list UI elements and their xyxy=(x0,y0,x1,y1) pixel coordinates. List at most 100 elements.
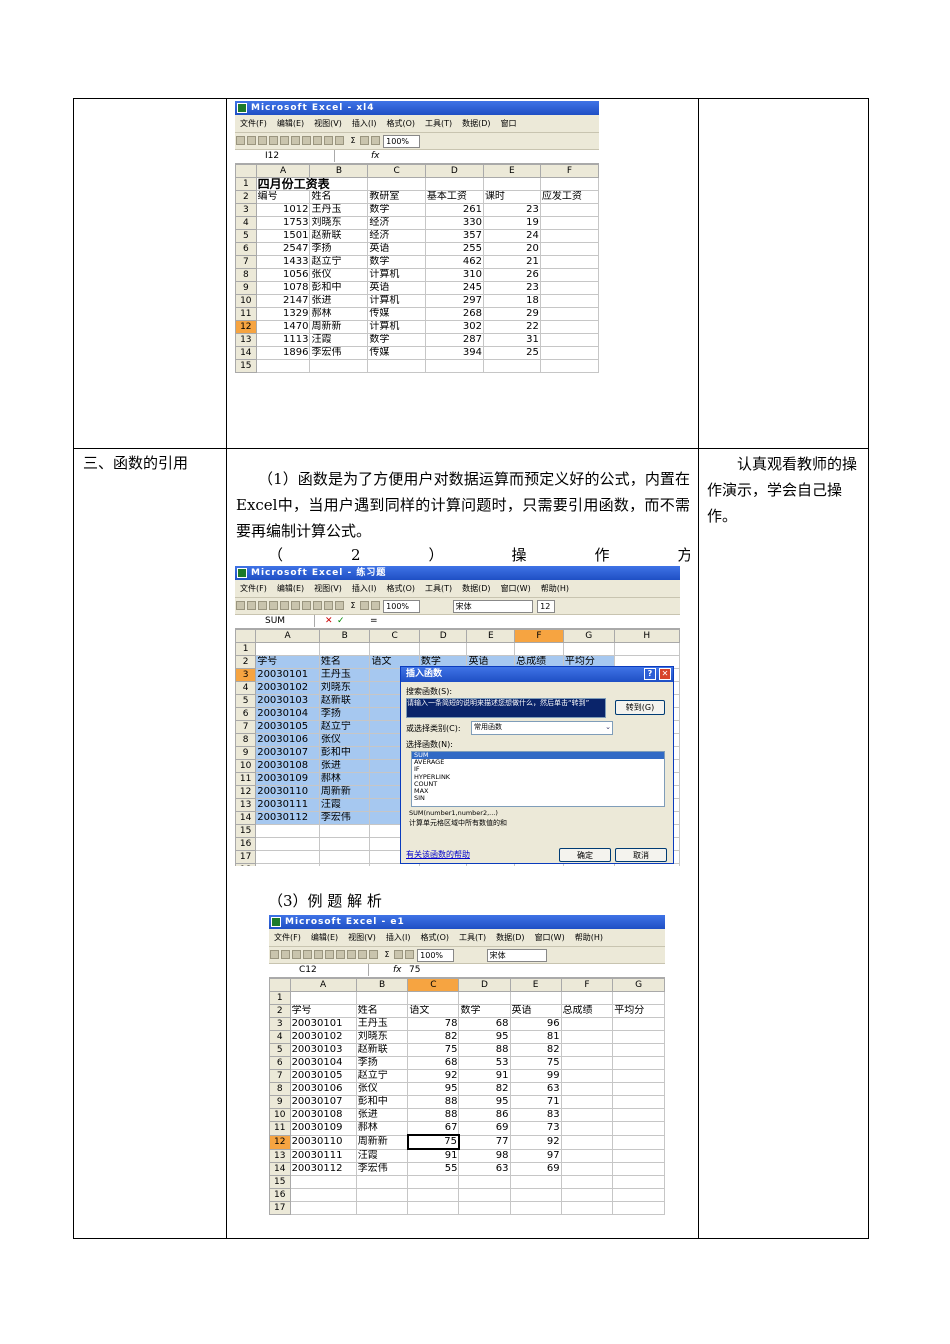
column-header[interactable]: B xyxy=(355,978,409,992)
data-cell[interactable]: 68 xyxy=(458,1017,511,1031)
data-cell[interactable]: 82 xyxy=(509,1043,562,1057)
cell[interactable] xyxy=(407,1201,460,1215)
cell[interactable] xyxy=(612,1082,665,1096)
data-cell[interactable]: 英语 xyxy=(367,281,426,295)
column-label[interactable]: 教研室 xyxy=(367,190,426,204)
column-header[interactable]: A xyxy=(289,978,357,992)
data-cell[interactable]: 20030106 xyxy=(289,1082,357,1096)
cell[interactable] xyxy=(482,177,541,191)
row-header[interactable]: 16 xyxy=(269,1188,291,1202)
row-header[interactable]: 14 xyxy=(235,811,257,825)
cell[interactable] xyxy=(482,359,541,373)
row-header[interactable]: 7 xyxy=(269,1069,291,1083)
data-cell[interactable]: 95 xyxy=(458,1095,511,1109)
id-cell[interactable]: 20030102 xyxy=(255,681,320,695)
menu-item[interactable]: 工具(T) xyxy=(459,933,486,942)
data-cell[interactable]: 20030102 xyxy=(289,1030,357,1044)
data-cell[interactable]: 81 xyxy=(509,1030,562,1044)
cell[interactable] xyxy=(560,1148,614,1163)
row-header[interactable]: 10 xyxy=(235,294,257,308)
cell[interactable] xyxy=(255,824,320,838)
data-cell[interactable]: 经济 xyxy=(367,216,426,230)
cell[interactable] xyxy=(509,991,562,1005)
id-cell[interactable]: 20030101 xyxy=(255,668,320,682)
data-cell[interactable]: 63 xyxy=(458,1162,511,1176)
column-header[interactable]: E xyxy=(509,978,562,992)
menu-item[interactable]: 视图(V) xyxy=(314,584,342,593)
cell[interactable] xyxy=(318,642,371,656)
column-header[interactable]: C xyxy=(407,978,460,992)
id-cell[interactable]: 20030103 xyxy=(255,694,320,708)
row-header[interactable]: 2 xyxy=(269,1004,291,1018)
cell[interactable] xyxy=(560,1201,614,1215)
data-cell[interactable]: 李宏伟 xyxy=(355,1162,409,1176)
row-header[interactable]: 8 xyxy=(269,1082,291,1096)
corner-cell[interactable] xyxy=(269,978,291,992)
data-cell[interactable]: 67 xyxy=(407,1121,460,1136)
data-cell[interactable]: 77 xyxy=(458,1134,511,1150)
row-header[interactable]: 1 xyxy=(235,177,257,191)
cell[interactable] xyxy=(539,333,599,347)
data-cell[interactable]: 20030105 xyxy=(289,1069,357,1083)
data-cell[interactable]: 97 xyxy=(509,1148,562,1163)
column-header[interactable]: D xyxy=(458,978,511,992)
cell[interactable] xyxy=(289,1188,357,1202)
data-cell[interactable]: 82 xyxy=(407,1030,460,1044)
column-label[interactable]: 编号 xyxy=(255,190,311,204)
row-header[interactable]: 12 xyxy=(235,320,257,334)
cell[interactable] xyxy=(458,1188,511,1202)
cell[interactable] xyxy=(418,642,468,656)
cell[interactable] xyxy=(560,1043,614,1057)
cell[interactable] xyxy=(539,203,599,217)
cell[interactable] xyxy=(560,1030,614,1044)
column-header[interactable]: H xyxy=(613,629,680,643)
menu-item[interactable]: 格式(O) xyxy=(386,584,415,593)
cell[interactable] xyxy=(355,1201,409,1215)
help-icon[interactable]: ? xyxy=(644,668,656,680)
data-cell[interactable]: 1470 xyxy=(255,320,311,334)
column-header[interactable]: F xyxy=(560,978,614,992)
column-header[interactable]: C xyxy=(369,629,420,643)
menu-item[interactable]: 视图(V) xyxy=(314,119,342,128)
data-cell[interactable]: 彭和中 xyxy=(355,1095,409,1109)
cell[interactable] xyxy=(458,991,511,1005)
ok-button[interactable]: 确定 xyxy=(559,848,611,862)
name-cell[interactable]: 张仪 xyxy=(318,733,371,747)
function-item[interactable]: SIN xyxy=(412,795,664,802)
row-header[interactable]: 12 xyxy=(235,785,257,799)
cell[interactable] xyxy=(355,1175,409,1189)
data-cell[interactable]: 88 xyxy=(458,1043,511,1057)
row-header[interactable]: 14 xyxy=(235,346,257,360)
data-cell[interactable]: 310 xyxy=(424,268,484,282)
data-cell[interactable]: 69 xyxy=(509,1162,562,1176)
column-header[interactable]: D xyxy=(418,629,468,643)
data-cell[interactable]: 20030101 xyxy=(289,1017,357,1031)
row-header[interactable]: 15 xyxy=(235,359,257,373)
menu-item[interactable]: 格式(O) xyxy=(386,119,415,128)
cell[interactable] xyxy=(318,863,371,866)
menu-item[interactable]: 编辑(E) xyxy=(277,119,304,128)
column-label[interactable]: 姓名 xyxy=(355,1004,409,1018)
cell[interactable] xyxy=(424,359,484,373)
id-cell[interactable]: 20030105 xyxy=(255,720,320,734)
column-header[interactable]: F xyxy=(539,164,599,178)
data-cell[interactable]: 张仪 xyxy=(309,268,369,282)
data-cell[interactable]: 68 xyxy=(407,1056,460,1070)
data-cell[interactable]: 计算机 xyxy=(367,320,426,334)
cell[interactable] xyxy=(612,1175,665,1189)
data-cell[interactable]: 23 xyxy=(482,203,541,217)
corner-cell[interactable] xyxy=(235,629,257,643)
row-header[interactable]: 5 xyxy=(269,1043,291,1057)
column-header[interactable]: A xyxy=(255,629,320,643)
data-cell[interactable]: 75 xyxy=(406,1134,460,1150)
menu-item[interactable]: 数据(D) xyxy=(462,584,490,593)
row-header[interactable]: 9 xyxy=(235,746,257,760)
data-cell[interactable]: 357 xyxy=(424,229,484,243)
cell[interactable] xyxy=(560,1134,614,1150)
data-cell[interactable]: 91 xyxy=(458,1069,511,1083)
cell[interactable] xyxy=(539,346,599,360)
data-cell[interactable]: 20030110 xyxy=(289,1134,357,1150)
menu-item[interactable]: 文件(F) xyxy=(274,933,301,942)
cell[interactable] xyxy=(612,1188,665,1202)
data-cell[interactable]: 71 xyxy=(509,1095,562,1109)
